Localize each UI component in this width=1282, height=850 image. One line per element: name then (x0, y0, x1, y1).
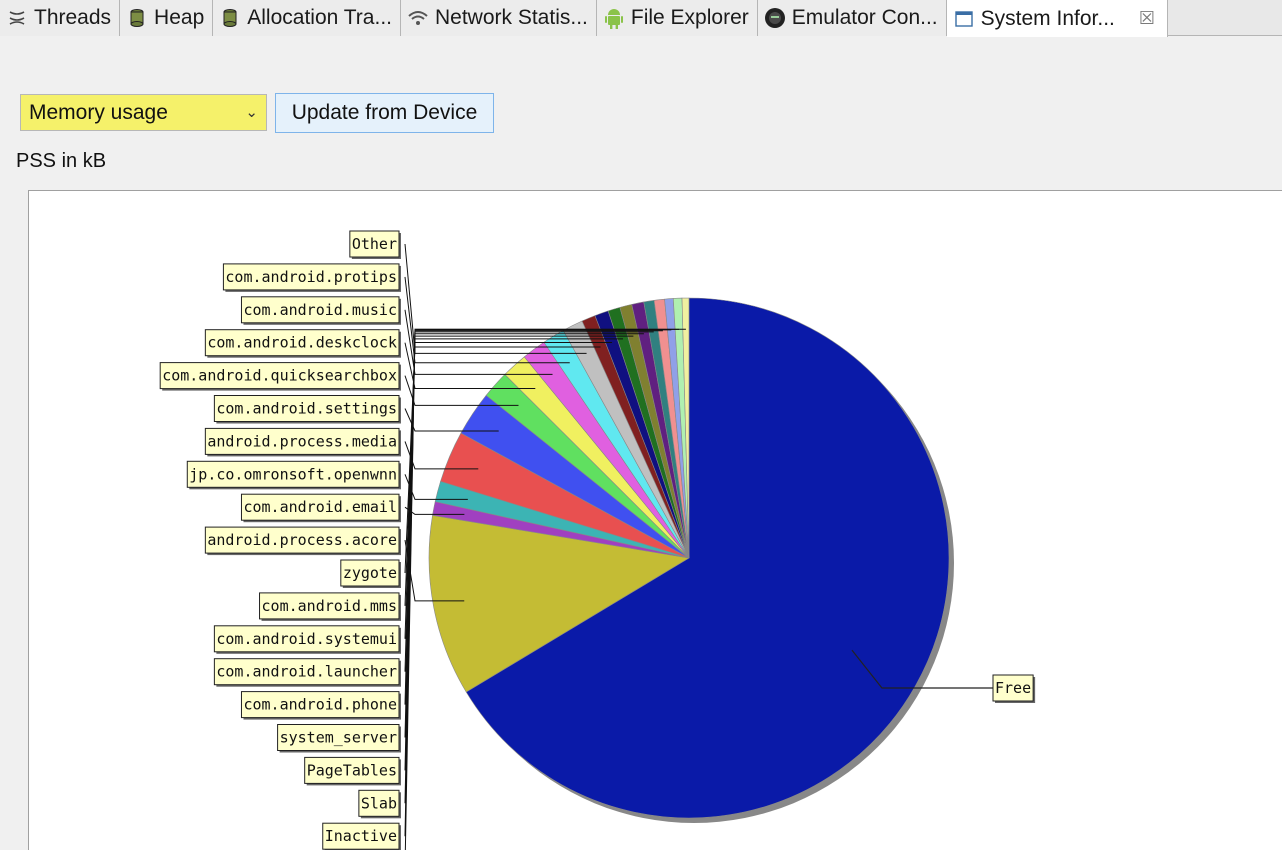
pie-label-text: Free (995, 679, 1031, 697)
pie-label: Slab (358, 789, 401, 819)
pie-label-text: com.android.music (243, 301, 397, 319)
pie-label: com.android.email (240, 493, 401, 523)
tab-bar: Threads Heap Allocation Tra... Network Stat… (0, 0, 1282, 37)
mode-select[interactable]: Memory usage ⌄ (20, 94, 267, 131)
tab-label: Network Statis... (434, 6, 588, 29)
pie-label-text: jp.co.omronsoft.openwnn (189, 465, 397, 483)
pie-label-text: com.android.launcher (216, 663, 397, 681)
pie-label-text: com.android.quicksearchbox (162, 367, 397, 385)
android-icon (603, 7, 625, 29)
tab-allocation[interactable]: Allocation Tra... (213, 0, 401, 36)
pie-label-text: zygote (343, 564, 397, 582)
pie-label: jp.co.omronsoft.openwnn (186, 460, 401, 490)
pie-label-text: system_server (280, 729, 397, 747)
pie-label: com.android.deskclock (204, 329, 401, 358)
pie-label-text: com.android.phone (243, 696, 397, 714)
wifi-icon (407, 7, 429, 29)
pie-label: com.android.settings (213, 395, 401, 424)
pie-label: com.android.music (240, 296, 401, 325)
close-icon[interactable]: ☒ (1139, 8, 1155, 29)
pie-label: Free (992, 674, 1036, 703)
pie-label: android.process.media (204, 427, 401, 457)
pie-label-text: com.android.mms (262, 597, 397, 615)
tab-emulator[interactable]: Emulator Con... (757, 0, 947, 36)
pie-label: Other (349, 230, 401, 259)
tab-threads[interactable]: Threads (0, 0, 121, 36)
pie-label-text: com.android.protips (225, 268, 397, 286)
tab-label: Allocation Tra... (247, 6, 392, 29)
chart-title: PSS in kB (16, 150, 107, 172)
pie-label: com.android.phone (240, 691, 401, 720)
mode-select-value: Memory usage (29, 100, 168, 124)
pie-label: PageTables (304, 756, 401, 786)
tab-wifi[interactable]: Network Statis... (400, 0, 597, 36)
pie-label: zygote (340, 559, 401, 588)
pie-label-text: com.android.systemui (216, 630, 397, 648)
tab-label: File Explorer (630, 6, 749, 29)
tab-label: Heap (154, 6, 205, 29)
tab-android[interactable]: File Explorer (596, 0, 758, 36)
pie-chart: Free Other com.android.protips com.android.… (159, 230, 1036, 850)
pie-label-text: Inactive (325, 827, 397, 845)
pie-label-text: Slab (361, 794, 397, 812)
emulator-icon (764, 7, 786, 29)
tab-label: Threads (34, 6, 112, 29)
window-icon (953, 8, 975, 30)
pie-label: com.android.systemui (213, 625, 401, 654)
pie-label: android.process.acore (204, 526, 401, 556)
tab-heap[interactable]: Heap (120, 0, 214, 36)
tab-label: System Infor... (980, 6, 1115, 30)
pie-label-text: Other (352, 235, 397, 253)
pie-label: com.android.protips (222, 263, 401, 292)
pie-label: system_server (277, 724, 401, 753)
update-from-device-button[interactable]: Update from Device (275, 93, 494, 133)
threads-icon (6, 7, 28, 29)
pie-label: com.android.launcher (213, 658, 401, 687)
pie-label-text: com.android.settings (216, 400, 397, 418)
chevron-down-icon[interactable]: ⌄ (245, 103, 258, 121)
pie-label-text: PageTables (307, 761, 397, 779)
pie-label: Inactive (322, 822, 401, 850)
pie-label-text: android.process.media (207, 432, 397, 450)
tab-label: Emulator Con... (791, 6, 938, 29)
pie-label: com.android.mms (259, 592, 401, 621)
pie-label-text: com.android.deskclock (207, 334, 397, 352)
tab-window[interactable]: System Infor... ☒ (946, 0, 1169, 37)
pie-label-text: android.process.acore (207, 531, 397, 549)
pie-label: com.android.quicksearchbox (159, 362, 401, 391)
pie-chart-area: Free Other com.android.protips com.android.… (28, 190, 1282, 850)
heap-icon (126, 7, 148, 29)
system-info-panel: Memory usage ⌄ Update from Device PSS in… (0, 37, 1282, 850)
pie-label-text: com.android.email (243, 498, 397, 516)
allocation-icon (219, 7, 241, 29)
